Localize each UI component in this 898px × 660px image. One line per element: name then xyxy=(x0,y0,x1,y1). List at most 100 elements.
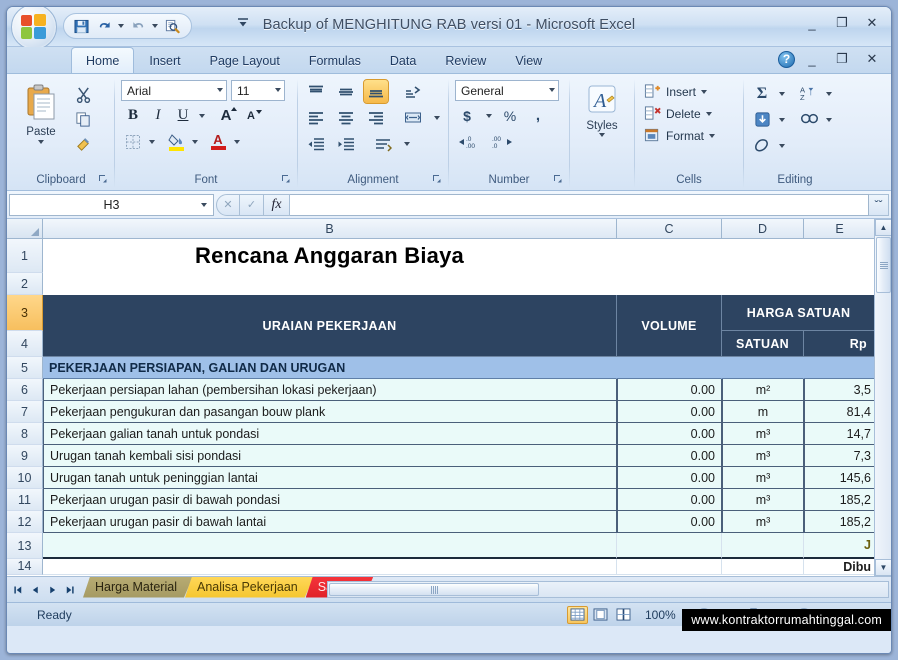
cell-satuan[interactable]: m³ xyxy=(722,467,804,489)
column-header-E[interactable]: E xyxy=(804,219,876,238)
name-box-chevron-down-icon[interactable] xyxy=(201,202,207,207)
comma-format-button[interactable]: , xyxy=(526,104,550,127)
tab-page-layout[interactable]: Page Layout xyxy=(196,49,294,73)
cell-satuan[interactable]: m³ xyxy=(722,423,804,445)
column-header-D[interactable]: D xyxy=(722,219,804,238)
borders-icon[interactable] xyxy=(121,130,145,153)
underline-chevron-down-icon[interactable] xyxy=(196,104,208,127)
font-size-combo[interactable]: 11 xyxy=(231,80,285,101)
underline-button[interactable]: U xyxy=(171,104,195,127)
cell-rp[interactable]: 185,2 xyxy=(804,511,876,533)
cell-rp[interactable]: 7,3 xyxy=(804,445,876,467)
find-select-chevron-down-icon[interactable] xyxy=(823,108,834,131)
cell-rp[interactable]: 3,5 xyxy=(804,379,876,401)
clear-chevron-down-icon[interactable] xyxy=(776,134,787,157)
wrap-text-icon[interactable] xyxy=(371,132,395,155)
fill-color-icon[interactable] xyxy=(164,130,188,153)
font-size-chevron-down-icon[interactable] xyxy=(275,88,281,92)
cell-volume[interactable]: 0.00 xyxy=(617,445,722,467)
enter-formula-button[interactable]: ✓ xyxy=(240,193,264,216)
cell-D14[interactable] xyxy=(722,559,804,575)
orientation-icon[interactable] xyxy=(401,80,425,103)
autosum-chevron-down-icon[interactable] xyxy=(776,82,787,105)
header-satuan[interactable]: SATUAN xyxy=(722,331,804,357)
fill-color-chevron-down-icon[interactable] xyxy=(189,130,201,153)
next-sheet-icon[interactable] xyxy=(45,582,60,598)
tab-home[interactable]: Home xyxy=(71,47,135,73)
font-name-combo[interactable]: Arial xyxy=(121,80,227,101)
align-top-icon[interactable] xyxy=(304,80,328,103)
number-dialog-launcher[interactable] xyxy=(553,174,565,186)
expand-formula-bar-icon[interactable]: ˇˇ xyxy=(869,193,889,216)
header-rp[interactable]: Rp xyxy=(804,331,876,357)
cell-C14[interactable] xyxy=(617,559,722,575)
page-break-preview-icon[interactable] xyxy=(613,606,634,624)
horizontal-scrollbar[interactable] xyxy=(327,581,889,598)
row-header-2[interactable]: 2 xyxy=(7,273,43,295)
row-header-13[interactable]: 13 xyxy=(7,533,43,559)
column-header-B[interactable]: B xyxy=(43,219,617,238)
align-left-icon[interactable] xyxy=(304,106,328,129)
bold-button[interactable]: B xyxy=(121,104,145,127)
row-header-10[interactable]: 10 xyxy=(7,467,43,489)
cell-uraian[interactable]: Pekerjaan galian tanah untuk pondasi xyxy=(43,423,617,445)
column-header-C[interactable]: C xyxy=(617,219,722,238)
horizontal-scroll-thumb[interactable] xyxy=(329,583,539,596)
align-middle-icon[interactable] xyxy=(334,80,358,103)
merge-chevron-down-icon[interactable] xyxy=(431,106,442,129)
section-cell-D5[interactable] xyxy=(722,357,804,379)
cell-satuan[interactable]: m³ xyxy=(722,445,804,467)
minimize-button[interactable]: _ xyxy=(799,13,825,33)
scroll-up-button[interactable]: ▲ xyxy=(875,219,891,236)
borders-chevron-down-icon[interactable] xyxy=(146,130,158,153)
align-right-icon[interactable] xyxy=(364,106,388,129)
row-header-11[interactable]: 11 xyxy=(7,489,43,511)
page-layout-view-icon[interactable] xyxy=(590,606,611,624)
cell-satuan[interactable]: m³ xyxy=(722,511,804,533)
decrease-decimal-icon[interactable]: .00 .0 xyxy=(488,130,518,153)
row-header-6[interactable]: 6 xyxy=(7,379,43,401)
format-painter-icon[interactable] xyxy=(71,133,95,156)
insert-function-button[interactable]: fx xyxy=(264,193,290,216)
cell-D1[interactable] xyxy=(722,239,804,273)
cell-uraian[interactable]: Pekerjaan urugan pasir di bawah lantai xyxy=(43,511,617,533)
align-center-icon[interactable] xyxy=(334,106,358,129)
header-volume[interactable]: VOLUME xyxy=(617,295,722,357)
close-button[interactable]: ✕ xyxy=(859,13,885,33)
cell-B1-title[interactable]: Rencana Anggaran Biaya xyxy=(43,239,617,273)
tab-data[interactable]: Data xyxy=(376,49,430,73)
increase-decimal-icon[interactable]: .0 .00 xyxy=(455,130,485,153)
tab-formulas[interactable]: Formulas xyxy=(295,49,375,73)
cell-E14[interactable]: Dibu xyxy=(804,559,876,575)
cell-B2[interactable] xyxy=(43,273,617,295)
row-header-5[interactable]: 5 xyxy=(7,357,43,379)
scroll-down-button[interactable]: ▼ xyxy=(875,559,891,576)
cell-uraian[interactable]: Pekerjaan pengukuran dan pasangan bouw p… xyxy=(43,401,617,423)
find-and-select-icon[interactable] xyxy=(797,108,821,131)
percent-format-button[interactable]: % xyxy=(498,104,522,127)
font-color-icon[interactable]: A xyxy=(206,130,230,153)
cell-volume[interactable]: 0.00 xyxy=(617,511,722,533)
delete-cells-button[interactable]: Delete xyxy=(641,104,715,123)
cell-D2[interactable] xyxy=(722,273,804,295)
wrap-text-chevron-down-icon[interactable] xyxy=(401,132,412,155)
minimize-ribbon-button[interactable]: _ xyxy=(799,49,825,69)
alignment-dialog-launcher[interactable] xyxy=(432,174,444,186)
format-cells-button[interactable]: Format xyxy=(641,126,718,145)
grow-font-button[interactable]: A xyxy=(214,104,238,127)
tab-view[interactable]: View xyxy=(501,49,556,73)
cell-D13[interactable] xyxy=(722,533,804,559)
cell-rp[interactable]: 81,4 xyxy=(804,401,876,423)
sort-and-filter-icon[interactable]: A Z xyxy=(797,82,821,105)
cell-volume[interactable]: 0.00 xyxy=(617,401,722,423)
cell-uraian[interactable]: Urugan tanah untuk peninggian lantai xyxy=(43,467,617,489)
copy-icon[interactable] xyxy=(71,108,95,131)
cell-B14[interactable] xyxy=(43,559,617,575)
zoom-level[interactable]: 100% xyxy=(645,608,676,622)
select-all-corner[interactable] xyxy=(7,219,43,238)
cell-volume[interactable]: 0.00 xyxy=(617,379,722,401)
cell-volume[interactable]: 0.00 xyxy=(617,467,722,489)
increase-indent-icon[interactable] xyxy=(334,132,358,155)
cell-uraian[interactable]: Pekerjaan urugan pasir di bawah pondasi xyxy=(43,489,617,511)
row-header-12[interactable]: 12 xyxy=(7,511,43,533)
